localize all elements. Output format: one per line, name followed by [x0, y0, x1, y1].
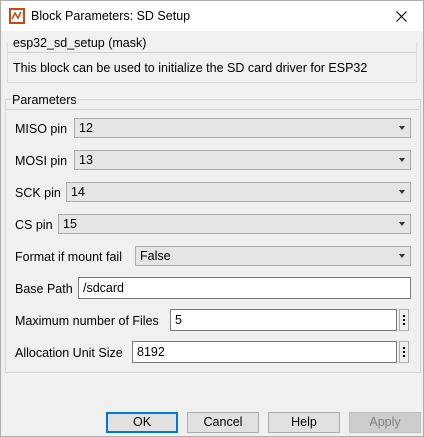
- sck-pin-value: 14: [71, 185, 85, 199]
- alloc-unit-value: 8192: [137, 345, 165, 359]
- mask-name: esp32_sd_setup (mask): [13, 36, 150, 50]
- mask-description: This block can be used to initialize the…: [13, 61, 368, 75]
- mask-divider: [7, 52, 417, 53]
- cs-pin-label: CS pin: [15, 218, 53, 232]
- parameters-divider: [5, 109, 419, 110]
- window-title: Block Parameters: SD Setup: [31, 9, 191, 23]
- dot-icon: [403, 351, 405, 353]
- max-files-input[interactable]: 5: [170, 309, 397, 331]
- dot-icon: [403, 347, 405, 349]
- alloc-unit-label: Allocation Unit Size: [15, 346, 123, 360]
- mosi-pin-label: MOSI pin: [15, 154, 68, 168]
- dot-icon: [403, 319, 405, 321]
- close-button[interactable]: [379, 1, 423, 31]
- chevron-down-icon: [399, 254, 405, 258]
- base-path-label: Base Path: [15, 282, 73, 296]
- base-path-input[interactable]: /sdcard: [78, 277, 411, 299]
- chevron-down-icon: [399, 158, 405, 162]
- mosi-pin-dropdown[interactable]: 13: [74, 150, 411, 170]
- miso-pin-value: 12: [79, 121, 93, 135]
- title-bar[interactable]: Block Parameters: SD Setup: [1, 1, 423, 31]
- mask-description-panel: esp32_sd_setup (mask) This block can be …: [5, 35, 419, 83]
- cs-pin-dropdown[interactable]: 15: [58, 214, 411, 234]
- alloc-unit-more-button[interactable]: [399, 341, 409, 363]
- dialog-window: Block Parameters: SD Setup esp32_sd_setu…: [0, 0, 424, 437]
- mosi-pin-value: 13: [79, 153, 93, 167]
- sck-pin-dropdown[interactable]: 14: [66, 182, 411, 202]
- parameters-group: [5, 99, 421, 373]
- dot-icon: [403, 355, 405, 357]
- cancel-button[interactable]: Cancel: [187, 412, 259, 433]
- miso-pin-label: MISO pin: [15, 122, 68, 136]
- dot-icon: [403, 315, 405, 317]
- apply-button[interactable]: Apply: [349, 412, 421, 433]
- alloc-unit-input[interactable]: 8192: [132, 341, 397, 363]
- chevron-down-icon: [399, 126, 405, 130]
- format-if-mount-fail-dropdown[interactable]: False: [135, 246, 411, 266]
- chevron-down-icon: [399, 190, 405, 194]
- base-path-value: /sdcard: [83, 281, 124, 295]
- max-files-label: Maximum number of Files: [15, 314, 159, 328]
- format-value: False: [140, 249, 171, 263]
- simulink-app-icon: [9, 8, 25, 24]
- help-button[interactable]: Help: [268, 412, 340, 433]
- miso-pin-dropdown[interactable]: 12: [74, 118, 411, 138]
- dot-icon: [403, 323, 405, 325]
- max-files-more-button[interactable]: [399, 309, 409, 331]
- ok-button[interactable]: OK: [106, 412, 178, 433]
- max-files-value: 5: [175, 313, 182, 327]
- sck-pin-label: SCK pin: [15, 186, 61, 200]
- format-label: Format if mount fail: [15, 250, 122, 264]
- cs-pin-value: 15: [63, 217, 77, 231]
- close-icon: [395, 10, 407, 22]
- chevron-down-icon: [399, 222, 405, 226]
- parameters-group-title: Parameters: [11, 93, 78, 107]
